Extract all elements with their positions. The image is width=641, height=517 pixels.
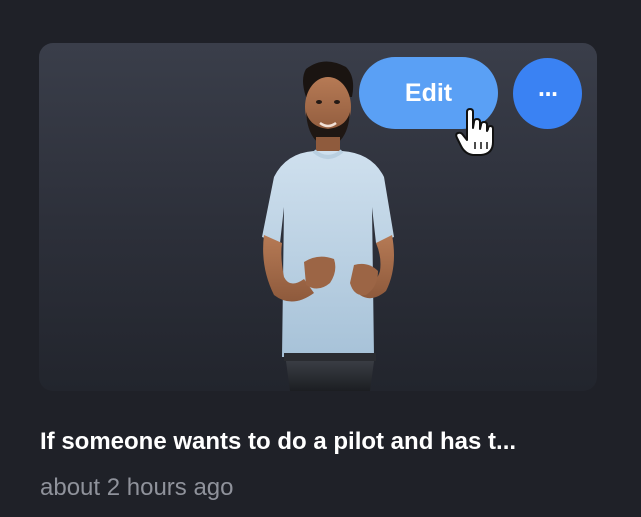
video-timestamp: about 2 hours ago (40, 474, 234, 501)
edit-button[interactable]: Edit (359, 57, 498, 129)
more-options-button[interactable]: ··· (513, 58, 582, 129)
more-options-icon: ··· (537, 81, 559, 106)
page: Edit ··· If someone wants to do a pilot … (0, 0, 641, 517)
video-title[interactable]: If someone wants to do a pilot and has t… (40, 428, 600, 456)
